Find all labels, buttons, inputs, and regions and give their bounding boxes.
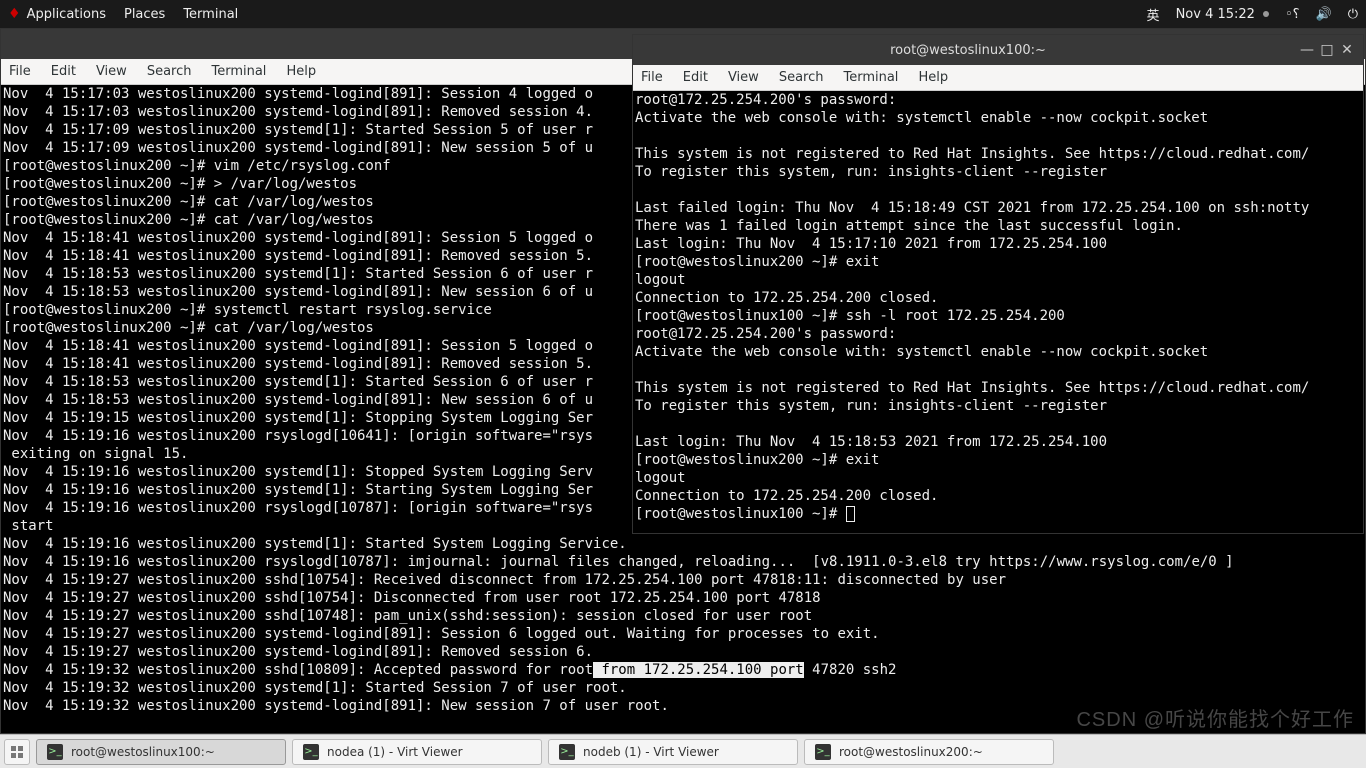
terminal-body-front[interactable]: root@172.25.254.200's password: Activate… [633,91,1363,533]
menu-search[interactable]: Search [147,64,192,79]
volume-icon[interactable]: 🔊 [1316,7,1332,22]
clock[interactable]: Nov 4 15:22 [1176,7,1269,22]
terminal-icon: >_ [815,744,831,760]
bottom-taskbar: >_ root@westoslinux100:~ >_ nodea (1) - Vir… [0,734,1366,768]
taskbar-item-3[interactable]: >_ root@westoslinux200:~ [804,739,1054,765]
taskbar-item-1[interactable]: >_ nodea (1) - Virt Viewer [292,739,542,765]
maximize-button[interactable]: □ [1317,42,1337,58]
power-icon[interactable]: ⏻ [1348,7,1358,22]
taskbar-item-label: root@westoslinux100:~ [71,745,215,759]
network-icon[interactable]: ◦⸮ [1285,7,1300,22]
titlebar-front[interactable]: root@westoslinux100:~ — □ ✕ [633,35,1363,65]
close-button[interactable]: ✕ [1337,42,1357,58]
minimize-button[interactable]: — [1297,42,1317,58]
menu-view-f[interactable]: View [728,70,759,85]
menubar-front: File Edit View Search Terminal Help [633,65,1363,91]
gnome-top-panel: ♦ Applications Places Terminal 英 Nov 4 1… [0,0,1366,28]
places-menu[interactable]: Places [124,7,165,22]
menu-file-f[interactable]: File [641,70,663,85]
taskbar-item-2[interactable]: >_ nodeb (1) - Virt Viewer [548,739,798,765]
menu-help-f[interactable]: Help [918,70,948,85]
taskbar-item-label: root@westoslinux200:~ [839,745,983,759]
applications-menu[interactable]: Applications [27,7,106,22]
menu-edit[interactable]: Edit [51,64,76,79]
menu-help[interactable]: Help [286,64,316,79]
menu-edit-f[interactable]: Edit [683,70,708,85]
menu-terminal-f[interactable]: Terminal [843,70,898,85]
ime-indicator[interactable]: 英 [1147,5,1160,24]
menu-terminal[interactable]: Terminal [211,64,266,79]
redhat-icon: ♦ [8,6,21,22]
taskbar-item-label: nodea (1) - Virt Viewer [327,745,463,759]
menu-search-f[interactable]: Search [779,70,824,85]
terminal-icon: >_ [303,744,319,760]
titlebar-front-title: root@westoslinux100:~ [639,43,1297,58]
terminal-icon: >_ [47,744,63,760]
terminal-icon: >_ [559,744,575,760]
taskbar-item-0[interactable]: >_ root@westoslinux100:~ [36,739,286,765]
taskbar-item-label: nodeb (1) - Virt Viewer [583,745,719,759]
menu-view[interactable]: View [96,64,127,79]
menu-file[interactable]: File [9,64,31,79]
show-desktop-button[interactable] [4,739,30,765]
terminal-window-front[interactable]: root@westoslinux100:~ — □ ✕ File Edit Vi… [632,34,1364,534]
terminal-menu[interactable]: Terminal [183,7,238,22]
